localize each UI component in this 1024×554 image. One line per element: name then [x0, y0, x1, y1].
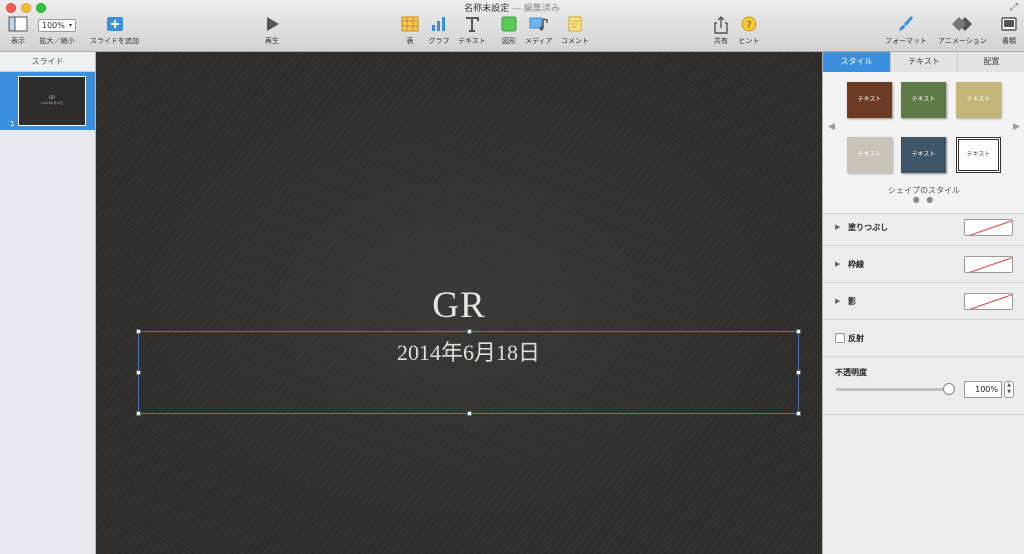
text-selection-box[interactable]	[136, 329, 801, 416]
opacity-input[interactable]: 100%	[964, 381, 1002, 398]
disclosure-triangle-icon[interactable]: ▶	[835, 297, 840, 305]
slide-thumbnail-subtitle: 2014年6月18日	[40, 101, 64, 105]
slide-panel-header: スライド	[0, 52, 95, 72]
slide-navigator: スライド 1 GR 2014年6月18日	[0, 52, 96, 554]
view-button[interactable]: 表示	[6, 16, 30, 46]
disclosure-triangle-icon[interactable]: ▶	[835, 260, 840, 268]
resize-handle-top-right[interactable]	[796, 329, 801, 334]
media-icon	[527, 16, 551, 34]
fullscreen-icon[interactable]: ⤢	[1010, 2, 1018, 13]
opacity-stepper[interactable]: ▲ ▼	[1004, 381, 1014, 398]
add-slide-button[interactable]: スライドを追加	[90, 16, 139, 46]
share-button[interactable]: 共有	[709, 16, 733, 46]
style-swatch-brown[interactable]: テキスト	[847, 82, 892, 118]
window-toolbar: 名称未設定 — 編集済み ⤢ 表示 100% ▾ 拡大／縮小 スライドを追加 再生…	[0, 0, 1024, 52]
resize-handle-left[interactable]	[136, 370, 141, 375]
opacity-slider[interactable]	[836, 388, 951, 391]
media-button[interactable]: メディア	[525, 16, 553, 46]
slide-title-text[interactable]: GR	[96, 284, 822, 327]
tips-button[interactable]: ? ヒント	[737, 16, 761, 46]
reflection-row[interactable]: 反射	[823, 320, 1024, 357]
play-icon	[260, 16, 284, 34]
comment-icon	[563, 16, 587, 34]
resize-handle-top[interactable]	[467, 329, 472, 334]
zoom-select[interactable]: 100% ▾	[38, 16, 76, 34]
share-icon	[709, 16, 733, 34]
shape-icon	[497, 16, 521, 34]
shadow-row[interactable]: ▶ 影	[823, 283, 1024, 320]
style-swatch-gold[interactable]: テキスト	[956, 82, 1001, 118]
slide-thumbnail-title: GR	[49, 95, 55, 100]
chevron-right-icon[interactable]: ▶	[1013, 122, 1020, 132]
view-icon	[6, 16, 30, 34]
slide-canvas[interactable]: GR 2014年6月18日	[96, 52, 822, 554]
slide-thumbnail[interactable]: GR 2014年6月18日	[18, 76, 86, 126]
opacity-section: 不透明度 100% ▲ ▼	[823, 355, 1024, 415]
resize-handle-bottom-right[interactable]	[796, 411, 801, 416]
slide-thumbnail-row[interactable]: 1 GR 2014年6月18日	[0, 72, 95, 130]
opacity-slider-knob[interactable]	[943, 383, 955, 395]
reflection-checkbox[interactable]	[835, 333, 845, 343]
opacity-label: 不透明度	[835, 368, 867, 377]
format-inspector: スタイル テキスト 配置 ◀ ▶ テキスト テキスト テキスト テキスト テキス…	[822, 52, 1024, 554]
svg-text:?: ?	[746, 20, 751, 31]
resize-handle-top-left[interactable]	[136, 329, 141, 334]
play-button[interactable]: 再生	[260, 16, 284, 46]
inspector-tabs: スタイル テキスト 配置	[823, 52, 1024, 72]
fill-row[interactable]: ▶ 塗りつぶし	[823, 209, 1024, 246]
zoom-control[interactable]: 100% ▾ 拡大／縮小	[38, 16, 76, 46]
tab-arrange[interactable]: 配置	[958, 52, 1024, 72]
style-swatch-gray[interactable]: テキスト	[847, 137, 892, 173]
table-icon	[398, 16, 422, 34]
document-icon	[997, 16, 1021, 34]
style-swatch-outline[interactable]: テキスト	[956, 137, 1001, 173]
window-title: 名称未設定 — 編集済み	[464, 4, 560, 14]
shape-button[interactable]: 図形	[497, 16, 521, 46]
fill-color-well[interactable]	[964, 219, 1013, 236]
resize-handle-bottom-left[interactable]	[136, 411, 141, 416]
animation-icon	[950, 16, 974, 34]
tab-text[interactable]: テキスト	[891, 52, 958, 72]
shape-styles-panel: ◀ ▶ テキスト テキスト テキスト テキスト テキスト テキスト シェイプのス…	[823, 72, 1024, 214]
chart-icon	[427, 16, 451, 34]
table-button[interactable]: 表	[398, 16, 422, 46]
document-button[interactable]: 書類	[997, 16, 1021, 46]
text-button[interactable]: テキスト	[458, 16, 486, 46]
help-icon: ?	[737, 16, 761, 34]
paintbrush-icon	[894, 16, 918, 34]
animate-button[interactable]: アニメーション	[938, 16, 987, 46]
comment-button[interactable]: コメント	[561, 16, 589, 46]
slide-number: 1	[10, 120, 15, 128]
border-row[interactable]: ▶ 枠線	[823, 246, 1024, 283]
page-indicator-dots[interactable]: ● ●	[823, 195, 1024, 204]
chevron-left-icon[interactable]: ◀	[828, 122, 835, 132]
style-swatch-green[interactable]: テキスト	[901, 82, 946, 118]
chart-button[interactable]: グラフ	[427, 16, 451, 46]
border-color-well[interactable]	[964, 256, 1013, 273]
add-slide-icon	[103, 16, 127, 34]
chevron-down-icon: ▾	[68, 22, 72, 29]
disclosure-triangle-icon[interactable]: ▶	[835, 223, 840, 231]
style-swatch-slate[interactable]: テキスト	[901, 137, 946, 173]
resize-handle-right[interactable]	[796, 370, 801, 375]
text-icon	[460, 16, 484, 34]
resize-handle-bottom[interactable]	[467, 411, 472, 416]
format-button[interactable]: フォーマット	[885, 16, 927, 46]
tab-style[interactable]: スタイル	[823, 52, 891, 72]
shadow-color-well[interactable]	[964, 293, 1013, 310]
